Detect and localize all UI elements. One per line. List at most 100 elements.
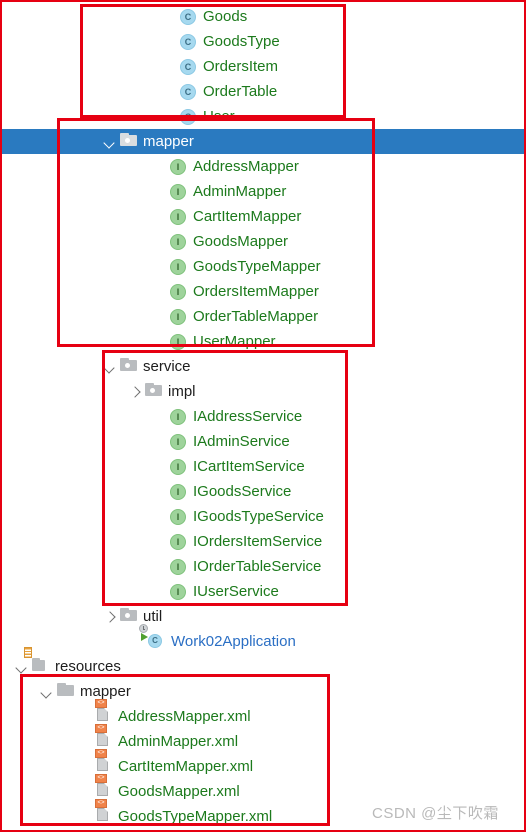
tree-row[interactable]: I IAddressService [2, 404, 524, 429]
chevron-down-icon[interactable] [14, 659, 30, 675]
tree-row[interactable]: I GoodsMapper [2, 229, 524, 254]
java-interface-icon: I [170, 558, 188, 576]
tree-row-label: service [143, 357, 191, 375]
xml-file-icon: <> [95, 798, 113, 826]
tree-row[interactable]: I OrderTableMapper [2, 304, 524, 329]
tree-row-label: Work02Application [171, 632, 296, 650]
tree-row[interactable]: I IOrdersItemService [2, 529, 524, 554]
tree-row[interactable]: C OrderTable [2, 79, 524, 104]
tree-row[interactable]: C Work02Application [2, 623, 524, 654]
resources-folder-icon [24, 646, 50, 676]
tree-row-label: resources [55, 657, 121, 675]
tree-row[interactable]: mapper [2, 679, 524, 704]
tree-row[interactable]: I OrdersItemMapper [2, 279, 524, 304]
java-class-icon: C [180, 108, 198, 126]
chevron-down-icon[interactable] [39, 684, 55, 700]
spring-boot-runnable-class-icon: C [139, 623, 166, 651]
tree-row[interactable]: I UserMapper [2, 329, 524, 354]
tree-row[interactable]: C User [2, 104, 524, 129]
java-interface-icon: I [170, 233, 188, 251]
tree-row-label: ICartItemService [193, 457, 305, 475]
tree-row[interactable]: I IOrderTableService [2, 554, 524, 579]
java-class-icon: C [180, 8, 198, 26]
tree-row-label: CartItemMapper [193, 207, 302, 225]
tree-row-label: util [143, 607, 163, 625]
package-folder-icon [145, 383, 163, 401]
chevron-down-icon[interactable] [102, 134, 118, 150]
tree-row-label: OrderTable [203, 82, 278, 100]
package-folder-icon [120, 358, 138, 376]
tree-row[interactable]: <> AdminMapper.xml [2, 723, 524, 754]
tree-row[interactable]: I AdminMapper [2, 179, 524, 204]
java-interface-icon: I [170, 433, 188, 451]
chevron-down-icon[interactable] [102, 359, 118, 375]
java-class-icon: C [180, 58, 198, 76]
tree-row[interactable]: mapper [2, 129, 524, 154]
tree-row[interactable]: I ICartItemService [2, 454, 524, 479]
tree-row-label: GoodsTypeMapper.xml [118, 807, 273, 825]
tree-row[interactable]: C Goods [2, 4, 524, 29]
tree-row-label: OrdersItem [203, 57, 279, 75]
tree-row[interactable]: I AddressMapper [2, 154, 524, 179]
java-interface-icon: I [170, 458, 188, 476]
package-folder-icon [120, 608, 138, 626]
chevron-right-icon[interactable] [102, 609, 118, 625]
tree-row-label: AdminMapper.xml [118, 732, 239, 750]
tree-row[interactable]: C GoodsType [2, 29, 524, 54]
java-class-icon: C [180, 83, 198, 101]
tree-row-label: OrderTableMapper [193, 307, 319, 325]
tree-row[interactable]: <> AddressMapper.xml [2, 698, 524, 729]
chevron-right-icon[interactable] [127, 384, 143, 400]
tree-row[interactable]: I IUserService [2, 579, 524, 604]
tree-row-label: IAdminService [193, 432, 290, 450]
tree-row[interactable]: <> GoodsMapper.xml [2, 773, 524, 804]
tree-row[interactable]: I IGoodsService [2, 479, 524, 504]
java-interface-icon: I [170, 283, 188, 301]
tree-row-label: GoodsType [203, 32, 280, 50]
tree-row[interactable]: C OrdersItem [2, 54, 524, 79]
tree-row[interactable]: I GoodsTypeMapper [2, 254, 524, 279]
tree-row[interactable]: service [2, 354, 524, 379]
tree-row-label: AdminMapper [193, 182, 287, 200]
tree-row-label: IOrderTableService [193, 557, 322, 575]
java-interface-icon: I [170, 483, 188, 501]
tree-row-label: AddressMapper.xml [118, 707, 251, 725]
tree-row[interactable]: <> CartItemMapper.xml [2, 748, 524, 779]
tree-row[interactable]: util [2, 604, 524, 629]
project-tree[interactable]: C Goods C GoodsType C OrdersItem C OrderTable C U… [2, 2, 524, 830]
tree-row[interactable]: I IAdminService [2, 429, 524, 454]
folder-icon [57, 683, 75, 701]
tree-row-label: AddressMapper [193, 157, 299, 175]
tree-row-label: IAddressService [193, 407, 303, 425]
csdn-watermark: CSDN @尘下吹霜 [372, 805, 499, 822]
tree-row-label: GoodsTypeMapper [193, 257, 321, 275]
tree-row[interactable]: resources [2, 646, 524, 679]
tree-row-label: IUserService [193, 582, 279, 600]
tree-row-label: OrdersItemMapper [193, 282, 319, 300]
tree-row[interactable]: I IGoodsTypeService [2, 504, 524, 529]
tree-row-label: GoodsMapper [193, 232, 289, 250]
tree-row[interactable]: I CartItemMapper [2, 204, 524, 229]
tree-row[interactable]: impl [2, 379, 524, 404]
